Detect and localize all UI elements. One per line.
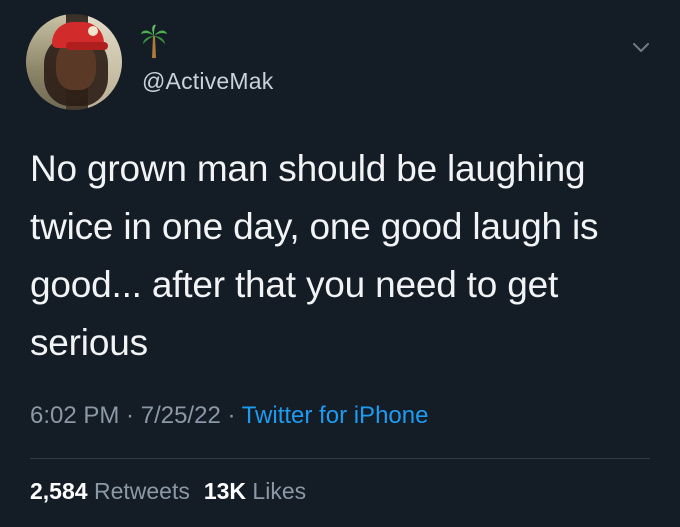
tweet-stats: 2,584 Retweets 13K Likes bbox=[30, 478, 306, 505]
tweet-date[interactable]: 7/25/22 bbox=[141, 402, 221, 429]
likes-count: 13K bbox=[203, 478, 247, 504]
avatar[interactable] bbox=[26, 14, 122, 110]
chevron-down-icon[interactable] bbox=[630, 36, 652, 58]
avatar-cap-logo bbox=[88, 26, 98, 36]
tweet-time[interactable]: 6:02 PM bbox=[30, 402, 119, 429]
tweet-source-link[interactable]: Twitter for iPhone bbox=[242, 402, 429, 429]
divider bbox=[30, 458, 650, 459]
meta-separator: · bbox=[220, 402, 242, 429]
palm-tree-icon bbox=[141, 24, 167, 58]
tweet-text: No grown man should be laughing twice in… bbox=[30, 148, 599, 363]
tweet-card: @ActiveMak No grown man should be laughi… bbox=[0, 0, 680, 527]
retweets-count: 2,584 bbox=[30, 478, 88, 504]
retweets-label: Retweets bbox=[93, 478, 190, 504]
likes-label: Likes bbox=[252, 478, 307, 504]
likes-stat[interactable]: 13K Likes bbox=[204, 478, 306, 504]
tweet-meta: 6:02 PM · 7/25/22 · Twitter for iPhone bbox=[30, 402, 428, 430]
user-handle[interactable]: @ActiveMak bbox=[142, 68, 273, 95]
meta-separator: · bbox=[119, 402, 141, 429]
retweets-stat[interactable]: 2,584 Retweets bbox=[30, 478, 190, 504]
tweet-header: @ActiveMak bbox=[26, 14, 656, 124]
avatar-cap-bill bbox=[66, 42, 108, 50]
